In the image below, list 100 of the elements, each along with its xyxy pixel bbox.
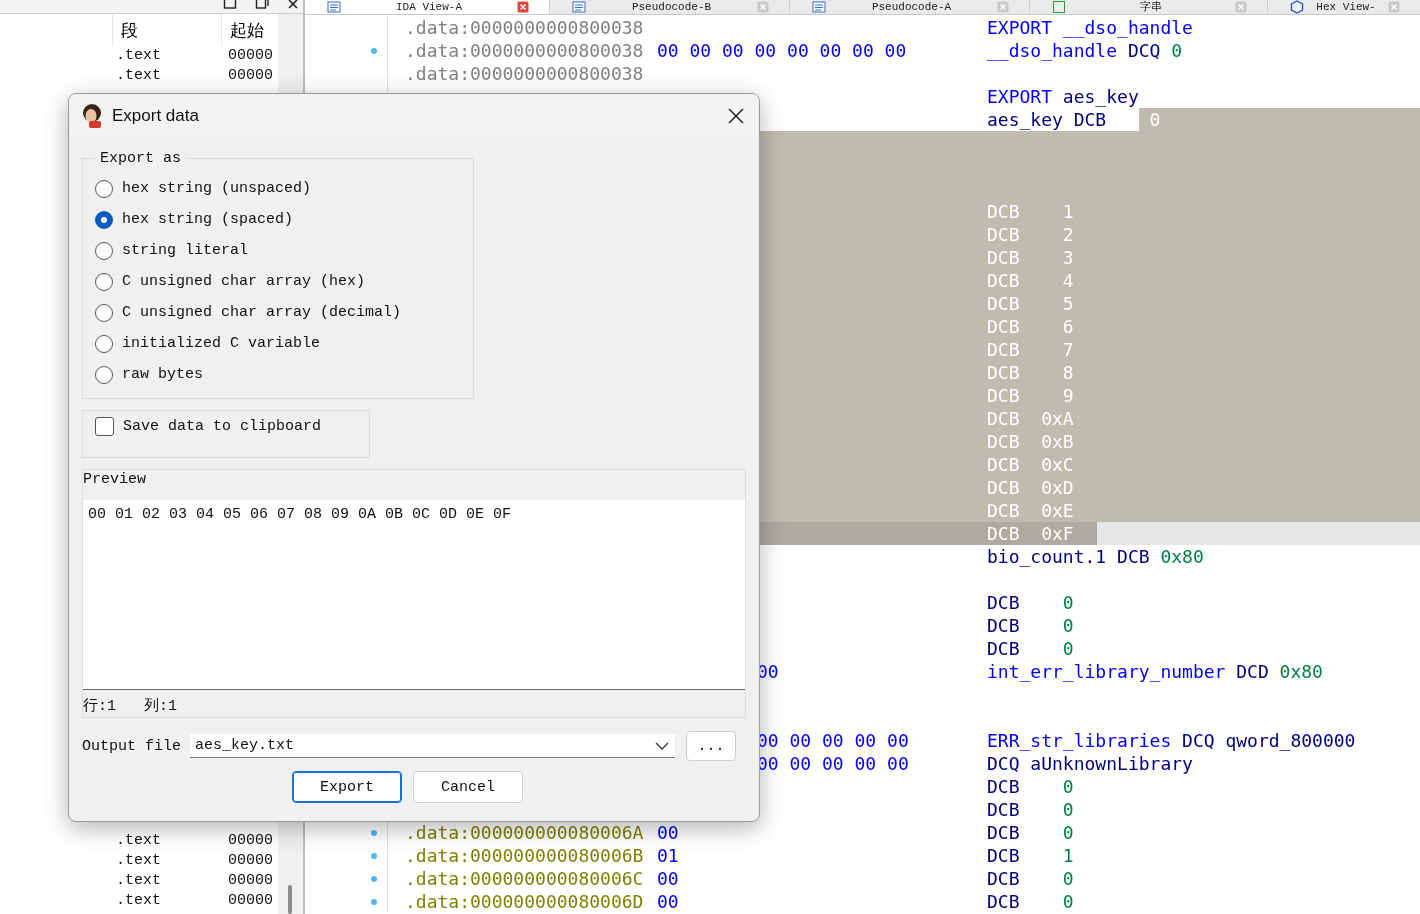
mnemonic: DCB — [987, 614, 1020, 637]
dialog-title: Export data — [112, 105, 199, 126]
operand-value: 0 — [1171, 39, 1183, 62]
operand-value: 0 — [1061, 821, 1074, 844]
symbol-name: aes_key — [1062, 85, 1139, 108]
table-cell-text: 00000 — [227, 66, 274, 86]
hex-bytes: 00 — [657, 822, 679, 843]
mnemonic: DCB — [987, 867, 1020, 890]
dialog-button[interactable]: Cancel — [413, 771, 523, 803]
address-text: .data:000000000080006C — [405, 868, 644, 889]
symbol-name: qword_800000 — [1225, 729, 1356, 752]
mnemonic: DCD — [1236, 660, 1269, 683]
hex-bytes: 00 — [657, 891, 679, 912]
mnemonic: DCB — [987, 430, 1020, 453]
mnemonic: DCB — [987, 453, 1020, 476]
operand-value: 0xA — [1040, 407, 1074, 430]
operand-value: 9 — [1061, 384, 1074, 407]
directive-keyword: EXPORT — [987, 85, 1053, 108]
hex-bytes: 01 — [657, 845, 679, 866]
table-cell-text: 00000 — [227, 831, 274, 851]
mnemonic: DCB — [987, 384, 1020, 407]
operand-value: 0xB — [1040, 430, 1074, 453]
operand-value: 0x80 — [1160, 545, 1204, 568]
mnemonic: DCB — [987, 821, 1020, 844]
table-cell-text: .text — [115, 891, 162, 911]
hex-bytes: 00 00 00 00 00 00 00 00 — [657, 40, 907, 61]
address-text: .data:000000000080006A — [405, 822, 644, 843]
operand-value: 0 — [1061, 890, 1074, 913]
mnemonic: DCB — [987, 223, 1020, 246]
mnemonic: DCB — [987, 269, 1020, 292]
mnemonic: DCB — [987, 591, 1020, 614]
operand-value: 0xE — [1040, 499, 1074, 522]
operand-value: 4 — [1061, 269, 1074, 292]
mnemonic: DCB — [987, 798, 1020, 821]
code-line[interactable]: .data:0000000000800038 EXPORT __dso_handle — [305, 16, 1420, 39]
operand-value: 0 — [1149, 109, 1161, 130]
mnemonic: DCQ — [1127, 39, 1161, 62]
operand-value: 1 — [1061, 200, 1074, 223]
field-label: Output file — [82, 737, 183, 755]
tab[interactable]: Hex View- — [1268, 0, 1420, 14]
code-line[interactable]: .data:000000000080006C 00 DCB 0 — [305, 867, 1420, 890]
address-text: .data:000000000080006B — [405, 845, 644, 866]
code-line[interactable]: .data:000000000080006D 00 DCB 0 — [305, 890, 1420, 913]
operand-value: 0x80 — [1279, 660, 1323, 683]
operand-value: 2 — [1061, 223, 1074, 246]
mnemonic: DCB — [987, 246, 1020, 269]
radio-option[interactable]: raw bytes — [95, 359, 203, 390]
symbol-name: bio_count.1 — [987, 545, 1107, 568]
table-cell-text: 00000 — [227, 46, 274, 66]
table-cell-text: .text — [115, 871, 162, 891]
symbol-name: aes_key — [987, 108, 1063, 131]
mnemonic: DCB — [1073, 108, 1107, 131]
table-cell-text: .text — [115, 66, 162, 86]
mnemonic: DCB — [987, 522, 1020, 545]
table-cell-text: 00000 — [227, 891, 274, 911]
preview-text-area[interactable]: 00 01 02 03 04 05 06 07 08 09 0A 0B 0C 0D 0E 0F — [83, 500, 745, 690]
operand-value: 0 — [1061, 775, 1074, 798]
operand-value: 0 — [1061, 867, 1074, 890]
address-text: .data:000000000080006D — [405, 891, 644, 912]
column-header[interactable]: 段 — [112, 14, 222, 46]
operand-value: 3 — [1061, 246, 1074, 269]
mnemonic: DCB — [987, 844, 1020, 867]
symbol-name: int_err_library_number — [987, 660, 1226, 683]
symbol-name: aUnknownLibrary — [1030, 752, 1193, 775]
mnemonic: DCB — [987, 775, 1020, 798]
operand-value: 0 — [1061, 614, 1074, 637]
symbol-name: ERR_str_libraries — [987, 729, 1172, 752]
tab[interactable]: Pseudocode-B — [550, 0, 790, 14]
dialog-button[interactable]: Export — [292, 771, 402, 803]
operand-value: 7 — [1061, 338, 1074, 361]
group-title: Export as — [99, 150, 182, 167]
table-cell-text: .text — [115, 46, 162, 66]
table-cell-text: .text — [115, 851, 162, 871]
output-file-combobox[interactable]: aes_key.txt — [190, 734, 675, 758]
table-cell-text: 00000 — [227, 851, 274, 871]
radio-option[interactable]: hex string (spaced) — [95, 204, 294, 235]
hex-bytes: 00 — [657, 868, 679, 889]
mnemonic: DCB — [987, 200, 1020, 223]
operand-value: 6 — [1061, 315, 1074, 338]
tab[interactable]: 字串 — [1030, 0, 1268, 14]
tab[interactable]: Pseudocode-A — [790, 0, 1030, 14]
operand-value: 0xF — [1040, 522, 1074, 545]
radio-option[interactable]: string literal — [95, 235, 249, 266]
browse-button[interactable]: ... — [686, 731, 736, 761]
operand-value: 0xC — [1040, 453, 1074, 476]
code-line[interactable]: aes_key DCB 0 — [305, 108, 1420, 131]
code-line[interactable]: .data:000000000080006B 01 DCB 1 — [305, 844, 1420, 867]
address-text: .data:0000000000800038 — [405, 17, 644, 38]
mnemonic: DCB — [987, 361, 1020, 384]
table-cell-text: .text — [115, 831, 162, 851]
line-indicator: 行:1 — [83, 697, 116, 715]
operand-value: 5 — [1061, 292, 1074, 315]
code-line[interactable]: .data:0000000000800038 — [305, 62, 1420, 85]
preview-label: Preview — [83, 470, 147, 490]
code-line[interactable]: .data:0000000000800038 00 00 00 00 00 00 00 00 __dso_handle DCQ 0 — [305, 39, 1420, 62]
mnemonic: DCB — [987, 338, 1020, 361]
operand-value: 1 — [1061, 844, 1074, 867]
column-indicator: 列:1 — [144, 697, 178, 715]
tab[interactable]: IDA View-A — [305, 0, 550, 14]
mnemonic: DCB — [987, 315, 1020, 338]
